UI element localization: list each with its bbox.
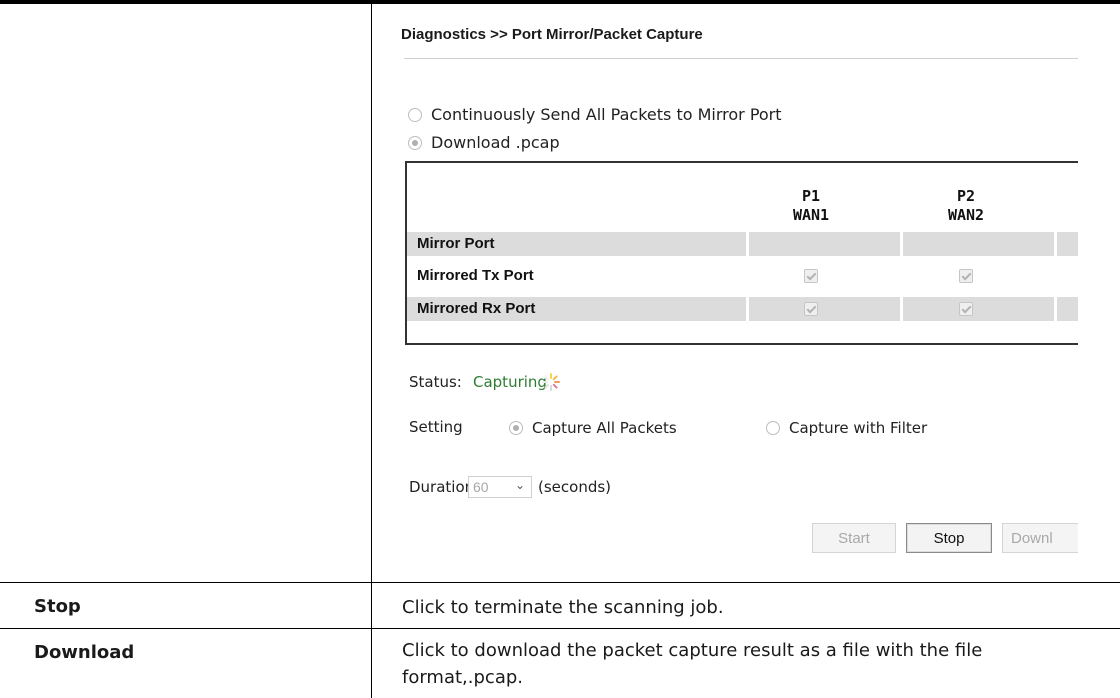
cell-divider bbox=[746, 232, 749, 256]
port-header-p2: P2 WAN2 bbox=[906, 187, 1026, 225]
mode-radio-download-pcap[interactable]: Download .pcap bbox=[408, 133, 560, 152]
duration-label: Duration bbox=[409, 478, 475, 496]
term-stop: Stop bbox=[34, 596, 81, 617]
cell-divider bbox=[746, 297, 749, 321]
row-divider bbox=[0, 582, 1120, 583]
setting-filter-label: Capture with Filter bbox=[789, 419, 928, 437]
setting-radio-filter[interactable]: Capture with Filter bbox=[766, 419, 927, 437]
radio-checked-icon[interactable] bbox=[509, 421, 523, 435]
rx-p1-checkbox[interactable] bbox=[804, 302, 818, 316]
tx-p1-checkbox[interactable] bbox=[804, 269, 818, 283]
row-label: Mirror Port bbox=[417, 235, 495, 252]
duration-select[interactable]: 60 ⌄ bbox=[468, 476, 532, 498]
rx-p2-checkbox[interactable] bbox=[959, 302, 973, 316]
desc-download: Click to download the packet capture res… bbox=[402, 640, 983, 688]
port-table: P1 WAN1 P2 WAN2 Mirror Port Mirrored Tx … bbox=[405, 161, 1078, 345]
mode-radio-download-label: Download .pcap bbox=[431, 133, 560, 152]
port-name: WAN1 bbox=[792, 206, 830, 224]
port-header-p1: P1 WAN1 bbox=[751, 187, 871, 225]
row-mirrored-rx: Mirrored Rx Port bbox=[407, 297, 1078, 321]
radio-unchecked-icon[interactable] bbox=[408, 107, 422, 122]
desc-stop: Click to terminate the scanning job. bbox=[402, 597, 724, 618]
row-label: Mirrored Rx Port bbox=[417, 300, 536, 317]
port-id: P1 bbox=[801, 187, 821, 205]
mode-radio-mirror[interactable]: Continuously Send All Packets to Mirror … bbox=[408, 105, 782, 124]
row-label: Mirrored Tx Port bbox=[417, 267, 534, 284]
cell-divider bbox=[1054, 297, 1057, 321]
chevron-down-icon: ⌄ bbox=[514, 478, 525, 492]
download-button[interactable]: Downl bbox=[1002, 523, 1078, 553]
ui-screenshot: Diagnostics >> Port Mirror/Packet Captur… bbox=[372, 4, 1078, 582]
port-name: WAN2 bbox=[947, 206, 985, 224]
cell-divider bbox=[900, 232, 903, 256]
cell-divider bbox=[900, 297, 903, 321]
row-divider bbox=[0, 628, 1120, 629]
row-mirrored-tx: Mirrored Tx Port bbox=[407, 264, 1078, 288]
port-id: P2 bbox=[956, 187, 976, 205]
stop-button[interactable]: Stop bbox=[906, 523, 992, 553]
setting-label: Setting bbox=[409, 418, 463, 436]
mode-radio-mirror-label: Continuously Send All Packets to Mirror … bbox=[431, 105, 782, 124]
status-label: Status: bbox=[409, 373, 462, 391]
duration-value: 60 bbox=[473, 479, 489, 495]
loading-spinner-icon bbox=[542, 373, 560, 391]
tx-p2-checkbox[interactable] bbox=[959, 269, 973, 283]
status-value: Capturing bbox=[473, 373, 547, 391]
duration-unit: (seconds) bbox=[538, 478, 612, 496]
setting-all-label: Capture All Packets bbox=[532, 419, 677, 437]
title-divider bbox=[404, 58, 1078, 59]
page-title: Diagnostics >> Port Mirror/Packet Captur… bbox=[401, 26, 703, 43]
setting-radio-all[interactable]: Capture All Packets bbox=[509, 419, 677, 437]
radio-checked-icon[interactable] bbox=[408, 135, 422, 150]
cell-divider bbox=[1054, 232, 1057, 256]
radio-unchecked-icon[interactable] bbox=[766, 421, 780, 435]
start-button[interactable]: Start bbox=[812, 523, 896, 553]
term-download: Download bbox=[34, 642, 135, 663]
row-mirror-port: Mirror Port bbox=[407, 232, 1078, 256]
